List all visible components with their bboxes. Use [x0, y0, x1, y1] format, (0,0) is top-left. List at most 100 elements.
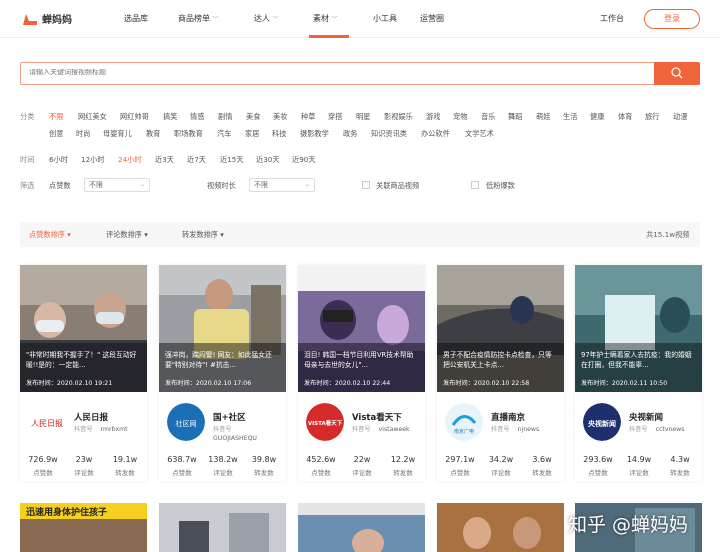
nav-tools[interactable]: 小工具	[373, 13, 397, 24]
svg-text:人民日报: 人民日报	[31, 418, 63, 428]
related-goods-checkbox[interactable]	[362, 181, 370, 189]
time-option[interactable]: 近3天	[155, 155, 174, 165]
category-item[interactable]: 办公软件	[421, 129, 450, 139]
nav-materials[interactable]: 素材 ﹀	[313, 13, 338, 24]
video-thumbnail[interactable]: 97年护士瞒着家人去抗疫：我的婚姻在打圈，但我不能辜... 发布时间：2020.…	[575, 265, 702, 392]
video-thumbnail-image	[20, 265, 147, 392]
category-row-1: 分类 不限 网红美女 网红帅哥 搞笑 情感 剧情 美食 美妆 种草 穿搭 明星 …	[20, 112, 710, 122]
category-item[interactable]: 搞笑	[163, 112, 177, 122]
video-thumbnail[interactable]	[437, 503, 564, 552]
shares-stat: 12.2w 转发数	[390, 455, 416, 477]
category-item[interactable]: 职场教育	[174, 129, 203, 139]
account-name[interactable]: 直播南京	[491, 411, 525, 423]
category-item[interactable]: 情感	[190, 112, 204, 122]
search-button[interactable]	[654, 62, 700, 85]
video-card[interactable]: 男子不配合疫情防控卡点检查，只等把公安机关上卡点... 发布时间：2020.02…	[437, 265, 564, 481]
time-option-active[interactable]: 24小时	[118, 155, 142, 165]
category-item[interactable]: 母婴育儿	[103, 129, 132, 139]
account-avatar[interactable]: 央视新闻	[583, 403, 621, 441]
search-input[interactable]	[29, 69, 629, 76]
time-option[interactable]: 近30天	[256, 155, 280, 165]
category-item[interactable]: 动漫	[673, 112, 687, 122]
category-item[interactable]: 舞蹈	[508, 112, 522, 122]
account-name[interactable]: Vista看天下	[352, 411, 402, 423]
category-all[interactable]: 不限	[49, 112, 63, 122]
sort-by-likes[interactable]: 点赞数排序 ▾	[29, 230, 71, 240]
time-option[interactable]: 近7天	[187, 155, 206, 165]
nav-operations[interactable]: 运营圈	[420, 13, 444, 24]
video-card[interactable]: 泪目! 韩国一档节目利用VR技术帮助母亲与去世的女儿"... 发布时间：2020…	[298, 265, 425, 481]
category-item[interactable]: 宠物	[453, 112, 467, 122]
category-item[interactable]: 网红美女	[78, 112, 107, 122]
category-item[interactable]: 摄影教学	[300, 129, 329, 139]
time-option[interactable]: 6小时	[49, 155, 68, 165]
shares-stat: 19.1w 转发数	[112, 455, 138, 477]
category-item[interactable]: 汽车	[217, 129, 231, 139]
video-thumbnail-image	[298, 265, 425, 392]
category-item[interactable]: 穿搭	[328, 112, 342, 122]
top-nav: 蝉妈妈 选品库 商品榜单 ﹀ 达人 ﹀ 素材 ﹀ 小工具 运营圈 工作台 登录	[0, 0, 720, 38]
category-item[interactable]: 旅行	[645, 112, 659, 122]
account-avatar[interactable]: 南京广电	[445, 403, 483, 441]
category-item[interactable]: 种草	[301, 112, 315, 122]
sort-by-comments[interactable]: 评论数排序 ▾	[106, 230, 148, 240]
login-button[interactable]: 登录	[644, 9, 700, 29]
category-item[interactable]: 音乐	[481, 112, 495, 122]
category-item[interactable]: 美妆	[273, 112, 287, 122]
workbench-link[interactable]: 工作台	[600, 13, 624, 24]
time-option[interactable]: 近90天	[292, 155, 316, 165]
time-option[interactable]: 近15天	[220, 155, 244, 165]
sort-by-shares[interactable]: 转发数排序 ▾	[182, 230, 224, 240]
category-item[interactable]: 明星	[356, 112, 370, 122]
video-thumbnail[interactable]: 迅速用身体护住孩子	[20, 503, 147, 552]
video-thumbnail[interactable]: 男子不配合疫情防控卡点检查，只等把公安机关上卡点... 发布时间：2020.02…	[437, 265, 564, 392]
time-option[interactable]: 12小时	[81, 155, 105, 165]
chevron-down-icon: ﹀	[272, 16, 279, 23]
nav-influencers[interactable]: 达人 ﹀	[254, 13, 279, 24]
video-card[interactable]: 97年护士瞒着家人去抗疫：我的婚姻在打圈，但我不能辜... 发布时间：2020.…	[575, 265, 702, 481]
video-thumbnail[interactable]	[159, 503, 286, 552]
duration-select[interactable]: 不限 ⌄	[249, 178, 315, 192]
video-thumbnail[interactable]: "非常时期我不握手了！" 这段互动好暖!!是的：一定能... 发布时间：2020…	[20, 265, 147, 392]
category-item[interactable]: 美食	[246, 112, 260, 122]
video-thumbnail[interactable]	[298, 503, 425, 552]
account-name[interactable]: 央视新闻	[629, 411, 663, 423]
nav-product-library[interactable]: 选品库	[124, 13, 148, 24]
category-item[interactable]: 政务	[343, 129, 357, 139]
category-item[interactable]: 影视娱乐	[384, 112, 413, 122]
category-item[interactable]: 教育	[146, 129, 160, 139]
category-item[interactable]: 知识资讯类	[371, 129, 407, 139]
video-thumbnail[interactable]: 强冲岗，踹闷警! 网友：如此猛女还要"特别对待"! #抗击... 发布时间：20…	[159, 265, 286, 392]
category-item[interactable]: 健康	[590, 112, 604, 122]
category-row-2: 创意 时尚 母婴育儿 教育 职场教育 汽车 家居 科技 摄影教学 政务 知识资讯…	[49, 129, 709, 139]
brand-logo[interactable]: 蝉妈妈	[22, 11, 72, 26]
related-goods-label: 关联商品视频	[376, 181, 420, 190]
category-item[interactable]: 家居	[245, 129, 259, 139]
video-thumbnail[interactable]: 泪目! 韩国一档节目利用VR技术帮助母亲与去世的女儿"... 发布时间：2020…	[298, 265, 425, 392]
video-caption: "非常时期我不握手了！" 这段互动好暖!!是的：一定能...	[26, 351, 137, 369]
category-item[interactable]: 网红帅哥	[120, 112, 149, 122]
category-item[interactable]: 创意	[49, 129, 63, 139]
video-card[interactable]: 强冲岗，踹闷警! 网友：如此猛女还要"特别对待"! #抗击... 发布时间：20…	[159, 265, 286, 481]
nav-product-rankings[interactable]: 商品榜单 ﹀	[178, 13, 219, 24]
category-item[interactable]: 科技	[272, 129, 286, 139]
account-name[interactable]: 国+社区	[213, 411, 246, 423]
category-item[interactable]: 萌娃	[536, 112, 550, 122]
video-card[interactable]: "非常时期我不握手了！" 这段互动好暖!!是的：一定能... 发布时间：2020…	[20, 265, 147, 481]
account-avatar[interactable]: 社区网	[167, 403, 205, 441]
likes-stat: 297.1w 点赞数	[445, 455, 475, 477]
video-banner-text: 迅速用身体护住孩子	[26, 508, 108, 518]
likes-select[interactable]: 不限 ⌄	[84, 178, 150, 192]
category-item[interactable]: 体育	[618, 112, 632, 122]
account-avatar[interactable]: 人民日报	[28, 403, 66, 441]
category-item[interactable]: 文学艺术	[465, 129, 494, 139]
category-item[interactable]: 时尚	[76, 129, 90, 139]
account-name[interactable]: 人民日报	[74, 411, 108, 423]
account-id: 抖音号 njnews	[491, 426, 540, 433]
category-item[interactable]: 游戏	[426, 112, 440, 122]
account-avatar[interactable]: VISTA看天下	[306, 403, 344, 441]
category-item[interactable]: 剧情	[218, 112, 232, 122]
comments-stat: 138.2w 评论数	[208, 455, 238, 477]
low-fans-checkbox[interactable]	[471, 181, 479, 189]
category-item[interactable]: 生活	[563, 112, 577, 122]
